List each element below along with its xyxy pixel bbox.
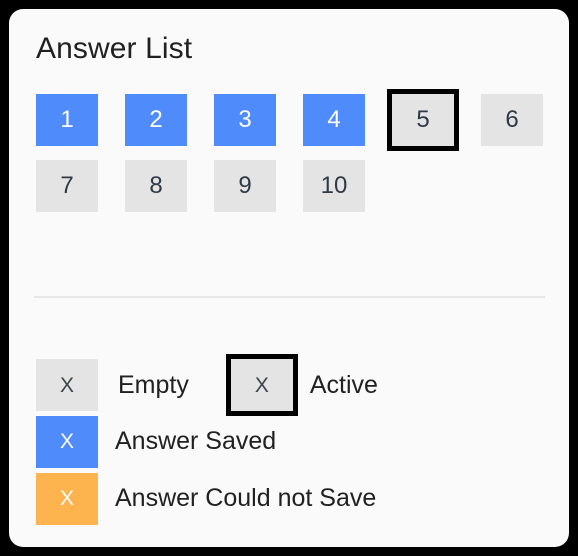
- legend-item-empty: X Empty: [36, 359, 189, 411]
- answer-button-4[interactable]: 4: [303, 94, 365, 146]
- answer-button-label: 4: [327, 106, 341, 133]
- answer-button-label: 3: [238, 106, 252, 133]
- legend-row: X Answer Could not Save: [36, 470, 546, 527]
- legend-item-saved: X Answer Saved: [36, 415, 277, 468]
- answer-button-label: 10: [320, 172, 348, 199]
- answer-button-label: 9: [238, 172, 252, 199]
- answer-button-label: 2: [149, 106, 163, 133]
- answer-button-label: 8: [149, 172, 163, 199]
- legend-row: X Empty X Active: [36, 354, 546, 416]
- answer-button-3[interactable]: 3: [214, 94, 276, 146]
- answer-button-7[interactable]: 7: [36, 160, 98, 212]
- answer-button-6[interactable]: 6: [481, 94, 543, 146]
- answer-button-5[interactable]: 5: [387, 89, 459, 151]
- answer-button-10[interactable]: 10: [303, 160, 365, 212]
- answer-button-1[interactable]: 1: [36, 94, 98, 146]
- legend-label-empty: Empty: [118, 370, 189, 399]
- legend: X Empty X Active X Answer Saved X Answer…: [36, 354, 546, 527]
- page-title: Answer List: [36, 32, 193, 65]
- legend-swatch-empty: X: [36, 359, 98, 411]
- legend-label-saved: Answer Saved: [115, 427, 277, 455]
- legend-swatch-unsaved: X: [36, 472, 98, 525]
- legend-swatch-saved: X: [36, 415, 98, 468]
- legend-item-active: X Active: [225, 354, 378, 416]
- legend-label-active: Active: [309, 370, 378, 399]
- answer-button-label: 1: [60, 106, 74, 133]
- section-divider: [34, 296, 545, 298]
- screen: Answer List 1 2 3 4 5 6 7 8 9 10 X Empty…: [0, 0, 578, 556]
- answer-list-card: Answer List 1 2 3 4 5 6 7 8 9 10 X Empty…: [9, 9, 569, 547]
- legend-item-unsaved: X Answer Could not Save: [36, 472, 377, 525]
- answer-number-grid: 1 2 3 4 5 6 7 8 9 10: [36, 89, 546, 212]
- legend-row: X Answer Saved: [36, 413, 546, 470]
- legend-label-unsaved: Answer Could not Save: [115, 484, 377, 512]
- answer-button-label: 7: [60, 172, 74, 199]
- answer-button-9[interactable]: 9: [214, 160, 276, 212]
- legend-swatch-active: X: [225, 354, 298, 416]
- answer-button-2[interactable]: 2: [125, 94, 187, 146]
- answer-button-label: 5: [416, 106, 430, 133]
- answer-button-8[interactable]: 8: [125, 160, 187, 212]
- answer-button-label: 6: [505, 106, 519, 133]
